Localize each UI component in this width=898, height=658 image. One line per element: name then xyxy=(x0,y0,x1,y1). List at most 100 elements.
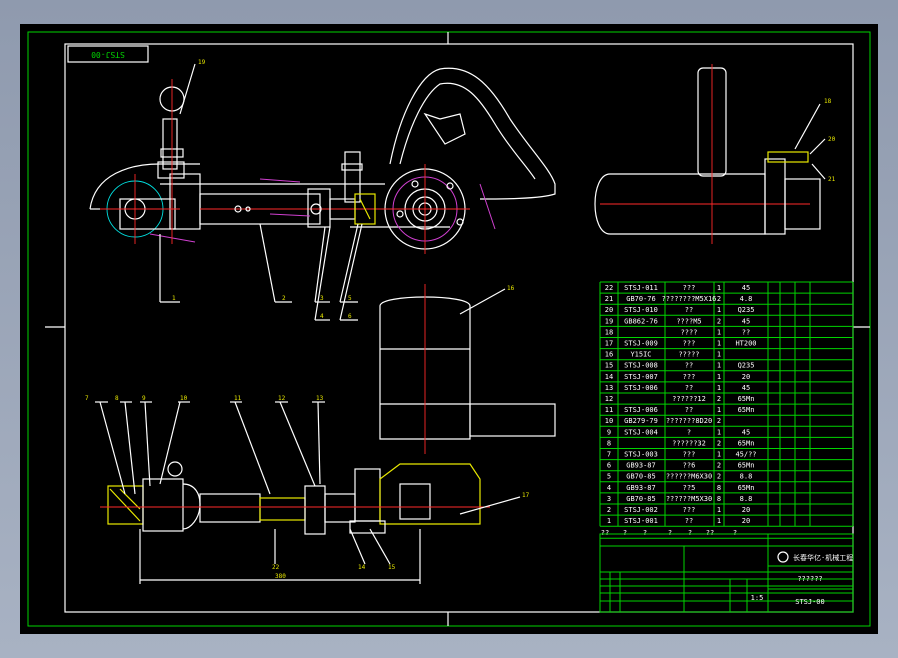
part-name: ??? xyxy=(683,284,696,292)
part-quantity: 1 xyxy=(717,328,721,336)
part-number: 19 xyxy=(605,317,613,325)
drawing-name: ?????? xyxy=(797,575,822,583)
drawing-sheet: STSJ-00 1 2 3 4 5 6 19 18 20 21 16 380 7… xyxy=(20,24,878,634)
part-code: GB70-85 xyxy=(626,495,656,503)
part-material: 65Mn xyxy=(738,406,755,414)
part-number: 5 xyxy=(607,473,611,481)
callout-15: 15 xyxy=(388,564,396,571)
callout-16: 16 xyxy=(507,285,515,292)
section-view: 380 7 8 9 10 11 12 13 14 15 17 22 xyxy=(85,395,530,584)
part-quantity: 2 xyxy=(717,317,721,325)
part-material: 8.8 xyxy=(740,473,753,481)
callout-2: 2 xyxy=(282,295,286,302)
part-quantity: 1 xyxy=(717,284,721,292)
part-number: 15 xyxy=(605,362,613,370)
part-code: STSJ-004 xyxy=(624,428,658,436)
part-name: ??????12 xyxy=(672,395,706,403)
part-material: 20 xyxy=(742,506,750,514)
part-code: GB70-76 xyxy=(626,295,656,303)
part-number: 20 xyxy=(605,306,613,314)
motor-view: 16 xyxy=(379,284,556,454)
table-header-cell: ? xyxy=(623,529,627,537)
part-code: GB93-87 xyxy=(626,462,656,470)
table-header-cell: ?? xyxy=(601,529,609,537)
part-number: 13 xyxy=(605,384,613,392)
part-name: ???????8D20 xyxy=(666,417,712,425)
part-code: STSJ-011 xyxy=(624,284,658,292)
part-material: 45 xyxy=(742,384,750,392)
part-quantity: 1 xyxy=(717,373,721,381)
part-material: ?? xyxy=(742,328,750,336)
drawing-scale: 1:5 xyxy=(751,594,764,602)
part-name: ??6 xyxy=(683,462,696,470)
callout-20: 20 xyxy=(828,136,836,143)
part-quantity: 1 xyxy=(717,517,721,525)
part-number: 22 xyxy=(605,284,613,292)
part-name: ????M5 xyxy=(676,317,701,325)
callout-12: 12 xyxy=(278,395,286,402)
part-quantity: 1 xyxy=(717,406,721,414)
part-name: ????????M5X16 xyxy=(662,295,717,303)
part-quantity: 2 xyxy=(717,473,721,481)
part-code: STSJ-002 xyxy=(624,506,658,514)
part-quantity: 1 xyxy=(717,362,721,370)
part-name: ??????M5X30 xyxy=(666,495,712,503)
part-material: HT200 xyxy=(735,340,756,348)
table-header-cell: ?? xyxy=(706,529,714,537)
part-name: ????? xyxy=(678,351,699,359)
part-quantity: 1 xyxy=(717,384,721,392)
table-header-cell: ? xyxy=(643,529,647,537)
part-name: ?? xyxy=(685,406,693,414)
part-quantity: 8 xyxy=(717,495,721,503)
part-name: ?? xyxy=(685,384,693,392)
part-quantity: 1 xyxy=(717,506,721,514)
callout-5: 5 xyxy=(348,295,352,302)
callout-9: 9 xyxy=(142,395,146,402)
part-code: GB70-85 xyxy=(626,473,656,481)
part-material: Q235 xyxy=(738,306,755,314)
part-number: 3 xyxy=(607,495,611,503)
part-name: ???? xyxy=(681,328,698,336)
part-name: ? xyxy=(687,428,691,436)
parts-list-table: 22 STSJ-011??? 1 4521 GB70-76 ????????M5X16 2 4… xyxy=(599,281,854,539)
part-code: STSJ-001 xyxy=(624,517,658,525)
callout-17: 17 xyxy=(522,492,530,499)
part-quantity: 2 xyxy=(717,395,721,403)
part-number: 17 xyxy=(605,340,613,348)
part-material: 45 xyxy=(742,428,750,436)
part-number: 7 xyxy=(607,451,611,459)
part-number: 21 xyxy=(605,295,613,303)
part-code: GB93-87 xyxy=(626,484,656,492)
part-quantity: 1 xyxy=(717,351,721,359)
table-header-cell: ? xyxy=(668,529,672,537)
part-number: 11 xyxy=(605,406,613,414)
part-name: ?? xyxy=(685,517,693,525)
part-quantity: 1 xyxy=(717,428,721,436)
part-code: STSJ-003 xyxy=(624,451,658,459)
part-number: 16 xyxy=(605,351,613,359)
stamp-code: STSJ-00 xyxy=(91,50,125,59)
part-number: 8 xyxy=(607,439,611,447)
part-name: ??????32 xyxy=(672,439,706,447)
part-quantity: 2 xyxy=(717,462,721,470)
part-material: 65Mn xyxy=(738,484,755,492)
part-quantity: 2 xyxy=(717,295,721,303)
front-view: 1 2 3 4 5 6 19 xyxy=(89,59,556,321)
part-name: ?? xyxy=(685,306,693,314)
part-code: STSJ-006 xyxy=(624,384,658,392)
callout-22: 22 xyxy=(272,564,280,571)
title-block: 长春华亿·机械工程 ?????? STSJ-00 1:5 xyxy=(599,533,854,613)
callout-21: 21 xyxy=(828,176,836,183)
drawing-code: STSJ-00 xyxy=(795,598,825,606)
table-header-cell: ? xyxy=(733,529,737,537)
part-name: ??? xyxy=(683,340,696,348)
part-material: 4.8 xyxy=(740,295,753,303)
part-code: STSJ-008 xyxy=(624,362,658,370)
part-material: 20 xyxy=(742,373,750,381)
part-code: GB279-79 xyxy=(624,417,658,425)
part-number: 6 xyxy=(607,462,611,470)
callout-6: 6 xyxy=(348,313,352,320)
part-quantity: 8 xyxy=(717,484,721,492)
callout-11: 11 xyxy=(234,395,242,402)
part-material: Q235 xyxy=(738,362,755,370)
